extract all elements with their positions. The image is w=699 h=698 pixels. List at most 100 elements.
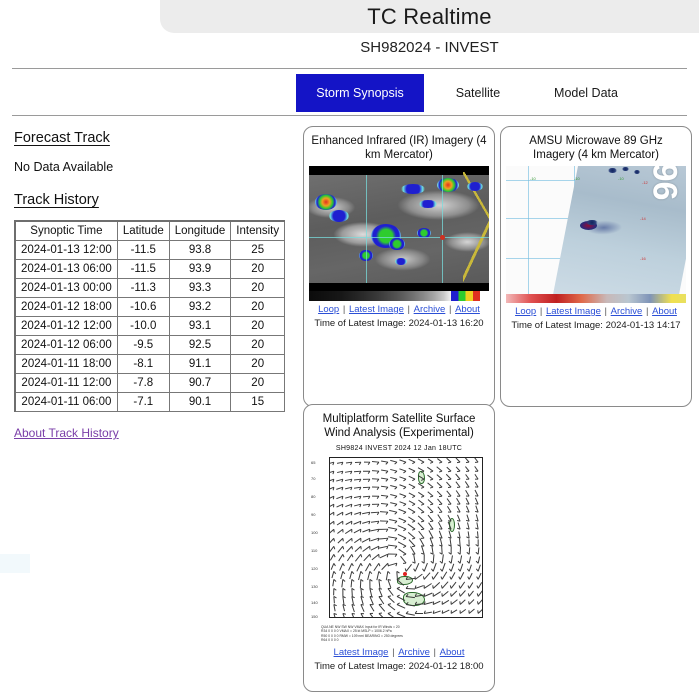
cell-lat: -11.5 <box>117 260 170 279</box>
wind-barb-feather <box>386 529 389 533</box>
tab-model-data[interactable]: Model Data <box>532 74 640 112</box>
ir-satellite-image[interactable] <box>309 166 489 301</box>
ir-loop-link[interactable]: Loop <box>318 304 339 315</box>
wind-barb-feather <box>456 511 460 514</box>
wind-barb-feather <box>351 512 353 516</box>
wind-barb-feather <box>369 562 372 566</box>
mw-loop-link[interactable]: Loop <box>515 306 536 317</box>
ir-hot-cell <box>315 194 337 210</box>
wind-latest-image-link[interactable]: Latest Image <box>334 647 389 658</box>
wind-barb-feather <box>465 511 469 514</box>
wind-barb-feather <box>449 576 452 580</box>
wind-barb-feather <box>465 519 469 522</box>
wind-barb-feather <box>420 529 424 531</box>
mw-cold-cell <box>622 167 629 171</box>
wind-barb-feather <box>352 546 354 550</box>
wind-barb-feather <box>342 504 344 508</box>
wind-barb-feather <box>359 495 362 499</box>
wind-barb-feather <box>474 495 478 497</box>
wind-barb-feather <box>474 511 478 514</box>
wind-barb-feather <box>474 503 478 505</box>
wind-barb-feather <box>411 529 416 531</box>
cell-lon: 91.1 <box>169 355 232 374</box>
wind-barb-feather <box>361 587 365 590</box>
wind-barb-feather <box>403 478 407 482</box>
wind-barb-feather <box>351 529 353 533</box>
mw-cold-cell <box>608 168 617 173</box>
wind-barb-feather <box>394 512 398 516</box>
wind-barb-feather <box>438 470 442 473</box>
mw-archive-link[interactable]: Archive <box>611 306 643 317</box>
ir-cool-cell <box>329 210 349 222</box>
cell-intensity: 20 <box>231 260 286 279</box>
table-row: 2024-01-13 12:00 -11.5 93.8 25 <box>16 241 286 260</box>
wind-barb <box>459 608 466 614</box>
mw-latest-image-link[interactable]: Latest Image <box>546 306 601 317</box>
mw-links: Loop | Latest Image | Archive | About <box>506 303 686 318</box>
cell-time: 2024-01-11 12:00 <box>16 374 118 393</box>
sep: | <box>643 306 652 317</box>
wind-barb-feather <box>423 585 425 589</box>
wind-barb-feather <box>378 562 381 566</box>
wind-barb <box>396 587 405 593</box>
wind-barb-feather <box>474 519 478 522</box>
cell-lat: -11.3 <box>117 279 170 298</box>
page-title: TC Realtime <box>367 3 492 29</box>
wind-barb-feather <box>465 478 469 480</box>
wind-barb-feather <box>465 528 469 530</box>
tab-satellite[interactable]: Satellite <box>424 74 532 112</box>
wind-barb-feather <box>403 504 407 507</box>
sep: | <box>430 647 439 658</box>
wind-barb-feather <box>420 512 424 514</box>
wind-barb-feather <box>352 554 354 558</box>
mw-about-link[interactable]: About <box>652 306 677 317</box>
wind-barb-feather <box>456 487 460 489</box>
about-track-history-link[interactable]: About Track History <box>14 426 119 440</box>
tab-storm-synopsis[interactable]: Storm Synopsis <box>296 74 424 112</box>
cell-lat: -7.1 <box>117 393 170 412</box>
wind-barb <box>423 572 431 580</box>
wind-barb-feather <box>385 512 389 516</box>
wind-barb-feather <box>351 521 353 525</box>
wind-barb-feather <box>447 470 451 472</box>
wind-barb-feather <box>420 495 424 498</box>
wind-barb-feather <box>456 495 460 497</box>
wind-analysis-image[interactable]: SH9824 INVEST 2024 12 Jan 18UTC 65 70 80… <box>309 444 489 644</box>
wind-ytick: 80 <box>311 494 316 499</box>
cell-lat: -11.5 <box>117 241 170 260</box>
wind-barb-feather <box>385 470 389 474</box>
wind-barb-feather <box>334 537 336 541</box>
wind-barb <box>369 604 375 613</box>
sep: | <box>601 306 610 317</box>
wind-barb-feather <box>403 462 407 465</box>
mw-scene: -10 -10 -10 -12 -14 -16 96 <box>506 166 686 303</box>
wind-barb-feather <box>385 462 389 465</box>
ir-about-link[interactable]: About <box>455 304 480 315</box>
wind-barb-feather <box>360 562 364 566</box>
left-panel: Forecast Track No Data Available Track H… <box>14 130 286 442</box>
wind-barb-feather <box>447 462 451 464</box>
microwave-satellite-image[interactable]: -10 -10 -10 -12 -14 -16 96 <box>506 166 686 303</box>
selection-highlight <box>0 554 30 573</box>
table-row: 2024-01-12 12:00 -10.0 93.1 20 <box>16 317 286 336</box>
wind-barb-feather <box>352 612 356 615</box>
wind-barb-feather <box>334 587 338 591</box>
wind-ytick: 70 <box>311 476 316 481</box>
cell-time: 2024-01-11 06:00 <box>16 393 118 412</box>
wind-barb-feather <box>377 479 380 482</box>
ir-latest-image-link[interactable]: Latest Image <box>349 304 404 315</box>
wind-archive-link[interactable]: Archive <box>398 647 430 658</box>
wind-about-link[interactable]: About <box>440 647 465 658</box>
wind-barb-feather <box>447 495 451 497</box>
wind-barb-feather <box>441 601 443 605</box>
wind-barb-feather <box>438 495 442 497</box>
wind-barb-feather <box>450 601 452 605</box>
ir-archive-link[interactable]: Archive <box>414 304 446 315</box>
wind-ytick: 140 <box>311 600 318 605</box>
ir-cool-cell <box>395 258 407 265</box>
ir-color-scale <box>309 291 489 301</box>
wind-barb-feather <box>377 487 380 491</box>
wind-barb-feather <box>342 479 344 483</box>
wind-barb-feather <box>377 504 380 508</box>
wind-barb-feather <box>370 579 373 582</box>
